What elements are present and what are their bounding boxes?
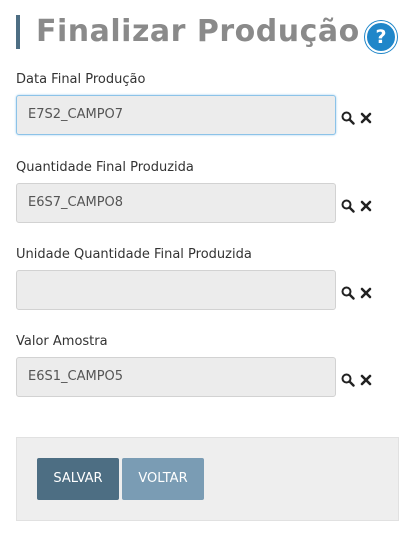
page-title: Finalizar Produção — [36, 14, 360, 49]
close-icon[interactable] — [359, 373, 373, 387]
save-button[interactable]: SALVAR — [37, 458, 119, 500]
quantidade-final-produzida-input[interactable]: E6S7_CAMPO8 — [16, 183, 336, 223]
close-icon[interactable] — [359, 286, 373, 300]
search-icon[interactable] — [341, 373, 355, 387]
title-accent-bar — [16, 15, 20, 49]
back-button[interactable]: VOLTAR — [122, 458, 204, 500]
field-actions — [341, 373, 373, 387]
data-final-producao-input[interactable]: E7S2_CAMPO7 — [16, 95, 336, 135]
close-icon[interactable] — [359, 111, 373, 125]
field-label-quantidade-final: Quantidade Final Produzida — [16, 160, 194, 175]
search-icon[interactable] — [341, 286, 355, 300]
field-label-valor-amostra: Valor Amostra — [16, 334, 108, 349]
help-icon[interactable]: ? — [365, 21, 397, 53]
field-label-data-final: Data Final Produção — [16, 72, 146, 87]
field-actions — [341, 111, 373, 125]
unidade-quantidade-final-input[interactable] — [16, 270, 336, 310]
form-actions-panel: SALVAR VOLTAR — [16, 437, 399, 521]
field-actions — [341, 199, 373, 213]
page-header: Finalizar Produção ? — [16, 14, 398, 53]
valor-amostra-input[interactable]: E6S1_CAMPO5 — [16, 357, 336, 397]
search-icon[interactable] — [341, 199, 355, 213]
field-actions — [341, 286, 373, 300]
field-label-unidade-quantidade: Unidade Quantidade Final Produzida — [16, 247, 252, 262]
search-icon[interactable] — [341, 111, 355, 125]
close-icon[interactable] — [359, 199, 373, 213]
